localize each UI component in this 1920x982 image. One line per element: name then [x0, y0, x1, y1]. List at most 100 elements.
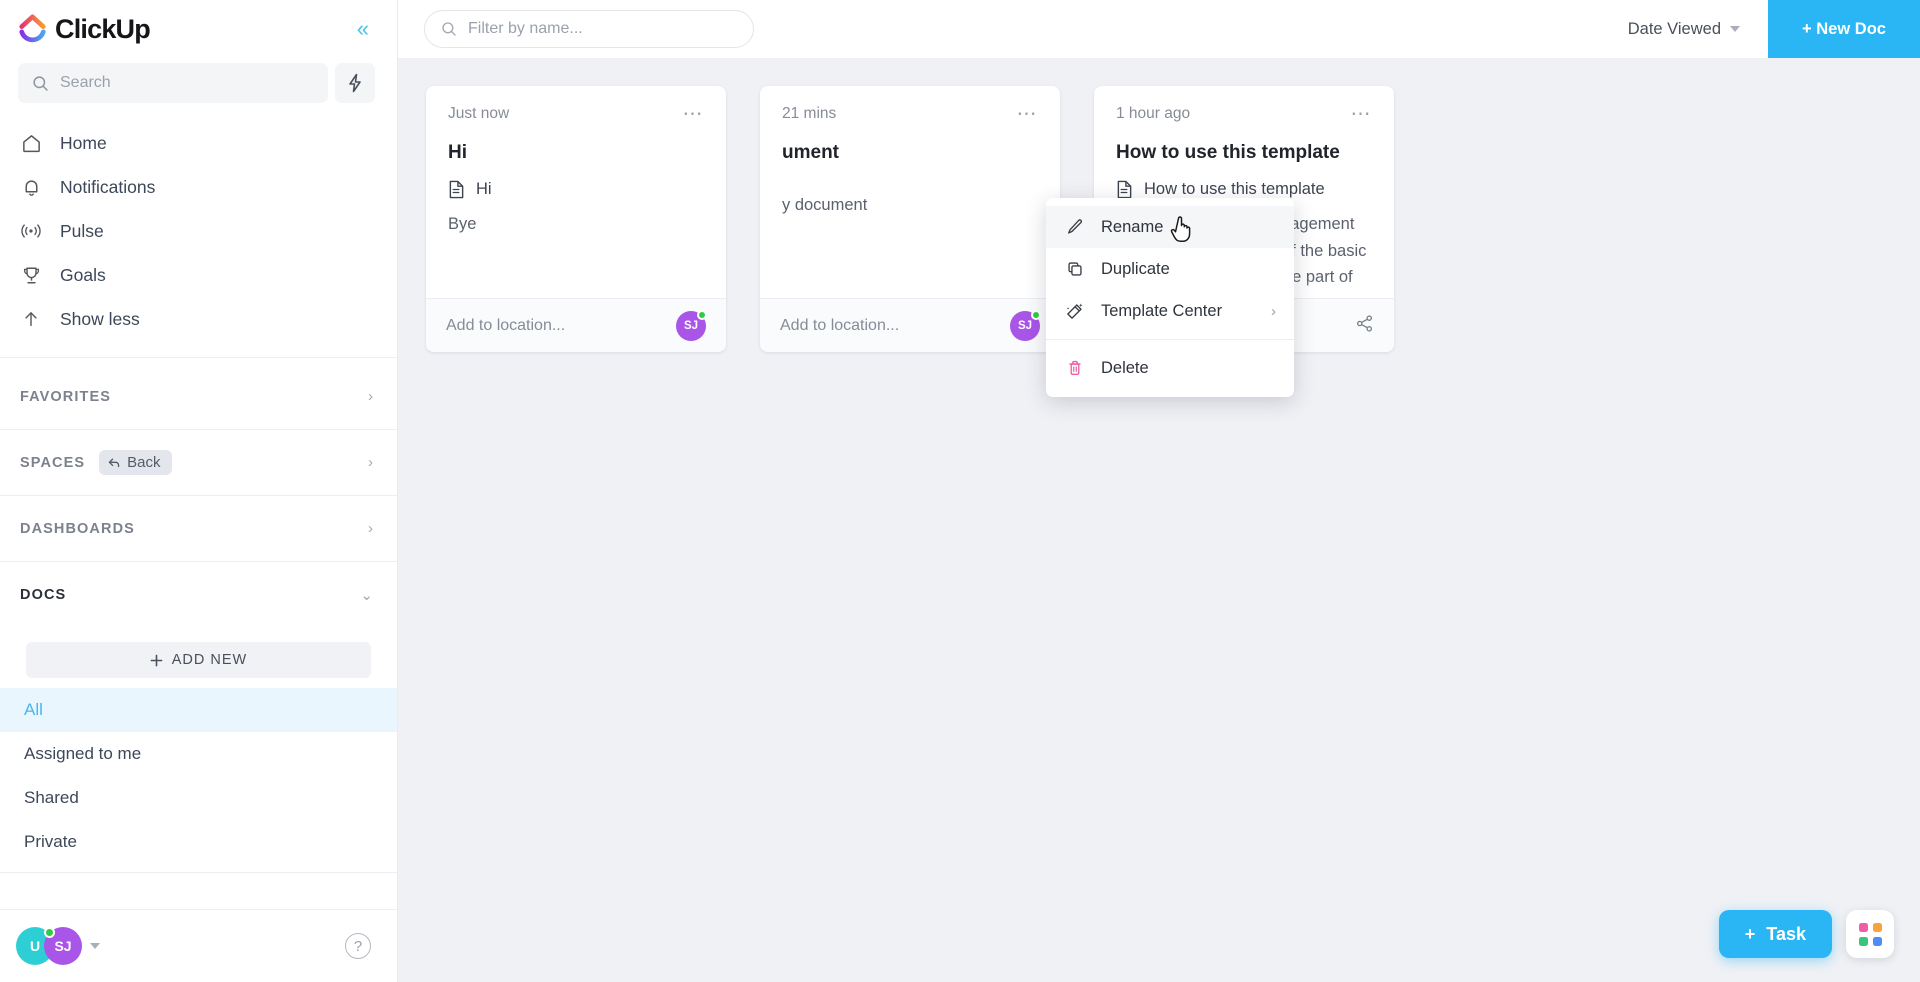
card-location[interactable]: Add to location...: [780, 317, 899, 335]
main-content: Filter by name... Date Viewed + New Doc: [398, 0, 1920, 982]
card-avatar[interactable]: SJ: [676, 309, 707, 341]
online-status-dot: [697, 309, 707, 320]
sidebar-section-dashboards[interactable]: DASHBOARDS ›: [0, 496, 397, 562]
online-status-dot: [1031, 309, 1041, 320]
plus-icon: [150, 654, 163, 666]
filter-by-name-input[interactable]: Filter by name...: [424, 10, 754, 48]
card-body: 21 mins ⋯ ument y document: [760, 86, 1060, 298]
context-menu: Rename Duplicate Template Center › Delet…: [1046, 198, 1294, 397]
sidebar-item-goals[interactable]: Goals: [0, 253, 397, 297]
context-menu-item-delete[interactable]: Delete: [1046, 347, 1294, 389]
sidebar-item-label: Pulse: [60, 220, 104, 241]
search-placeholder: Search: [60, 74, 111, 91]
online-status-dot: [44, 927, 55, 938]
pencil-icon: [1064, 218, 1085, 236]
sidebar: ClickUp « Search Home Notifications Puls…: [0, 0, 398, 982]
chevron-right-icon: ›: [1271, 302, 1276, 320]
card-header: Just now ⋯: [448, 104, 704, 124]
filter-label: All: [24, 700, 43, 719]
clickup-logo-icon: [19, 14, 46, 43]
new-doc-label: + New Doc: [1802, 19, 1886, 38]
avatar-group[interactable]: U SJ: [16, 927, 100, 965]
context-menu-label: Duplicate: [1101, 259, 1170, 278]
back-label: Back: [127, 454, 161, 471]
card-menu-button[interactable]: ⋯: [1017, 104, 1039, 124]
sidebar-search-row: Search: [0, 58, 397, 117]
back-arrow-icon: [108, 457, 120, 467]
card-avatar[interactable]: SJ: [1010, 309, 1041, 341]
lightning-bolt-icon: [349, 73, 361, 93]
context-menu-item-duplicate[interactable]: Duplicate: [1046, 248, 1294, 290]
spaces-back-button[interactable]: Back: [99, 450, 172, 475]
sort-dropdown[interactable]: Date Viewed: [1600, 20, 1768, 39]
chevron-right-icon: ›: [368, 388, 373, 405]
apps-grid-button[interactable]: [1846, 910, 1894, 958]
doc-card[interactable]: Just now ⋯ Hi Hi Bye Add to location... …: [426, 86, 726, 352]
filter-label: Shared: [24, 788, 79, 807]
card-title: Hi: [448, 142, 467, 163]
sidebar-section-docs[interactable]: DOCS ⌄: [0, 562, 397, 628]
search-icon: [442, 22, 456, 36]
avatars: U SJ: [16, 927, 82, 965]
context-menu-item-rename[interactable]: Rename: [1046, 206, 1294, 248]
filter-label: Private: [24, 832, 77, 851]
new-doc-button[interactable]: + New Doc: [1768, 0, 1920, 58]
sidebar-item-notifications[interactable]: Notifications: [0, 165, 397, 209]
context-menu-label: Rename: [1101, 217, 1164, 236]
app-root: ClickUp « Search Home Notifications Puls…: [0, 0, 1920, 982]
plus-icon: +: [1744, 923, 1756, 944]
home-icon: [20, 132, 42, 154]
section-left: DOCS: [20, 587, 66, 603]
quick-actions-button[interactable]: [335, 63, 375, 103]
add-new-doc-button[interactable]: ADD NEW: [26, 642, 371, 678]
card-snippet: Bye: [448, 215, 477, 233]
floating-action-bar: + Task: [1718, 910, 1894, 958]
context-menu-divider: [1046, 339, 1294, 340]
sidebar-item-all[interactable]: All: [0, 688, 397, 732]
card-footer: Add to location... SJ: [426, 298, 726, 352]
card-location[interactable]: Add to location...: [446, 317, 565, 335]
sidebar-section-spaces[interactable]: SPACES Back ›: [0, 430, 397, 496]
sidebar-item-label: Home: [60, 132, 107, 153]
sidebar-item-private[interactable]: Private: [0, 820, 397, 864]
card-title: ument: [782, 142, 839, 163]
section-left: FAVORITES: [20, 389, 111, 405]
search-input[interactable]: Search: [18, 63, 328, 103]
top-bar: Filter by name... Date Viewed + New Doc: [398, 0, 1920, 58]
help-icon[interactable]: ?: [345, 933, 371, 959]
card-header: 1 hour ago ⋯: [1116, 104, 1372, 124]
sidebar-nav: Home Notifications Pulse Goals Show less: [0, 117, 397, 351]
sidebar-footer: U SJ ?: [0, 910, 397, 982]
docs-grid: Just now ⋯ Hi Hi Bye Add to location... …: [398, 58, 1920, 982]
context-menu-item-template-center[interactable]: Template Center ›: [1046, 290, 1294, 332]
sidebar-section-favorites[interactable]: FAVORITES ›: [0, 364, 397, 430]
sidebar-item-shared[interactable]: Shared: [0, 776, 397, 820]
card-timestamp: 1 hour ago: [1116, 105, 1191, 122]
sidebar-item-assigned-to-me[interactable]: Assigned to me: [0, 732, 397, 776]
new-task-button[interactable]: + Task: [1718, 910, 1832, 958]
card-doc-name: How to use this template: [1144, 180, 1325, 198]
card-menu-button[interactable]: ⋯: [683, 104, 705, 124]
card-title: How to use this template: [1116, 142, 1340, 163]
bell-icon: [20, 176, 42, 198]
card-footer: Add to location... SJ: [760, 298, 1060, 352]
sidebar-item-pulse[interactable]: Pulse: [0, 209, 397, 253]
avatar-dropdown-caret[interactable]: [90, 943, 100, 949]
document-icon: [449, 180, 464, 199]
doc-card[interactable]: 21 mins ⋯ ument y document Add to locati…: [760, 86, 1060, 352]
trash-icon: [1064, 359, 1085, 377]
share-icon[interactable]: [1355, 314, 1374, 338]
search-icon: [33, 75, 48, 91]
chevron-right-icon: ›: [368, 454, 373, 471]
clickup-logo[interactable]: ClickUp: [18, 14, 151, 45]
add-new-wrapper: ADD NEW: [0, 628, 397, 688]
arrow-up-icon: [20, 308, 42, 330]
pulse-icon: [20, 220, 42, 242]
sidebar-item-home[interactable]: Home: [0, 121, 397, 165]
sidebar-item-label: Goals: [60, 264, 106, 285]
sidebar-item-show-less[interactable]: Show less: [0, 297, 397, 341]
card-menu-button[interactable]: ⋯: [1351, 104, 1373, 124]
section-title: FAVORITES: [20, 388, 112, 405]
sidebar-collapse-button[interactable]: «: [351, 14, 375, 44]
